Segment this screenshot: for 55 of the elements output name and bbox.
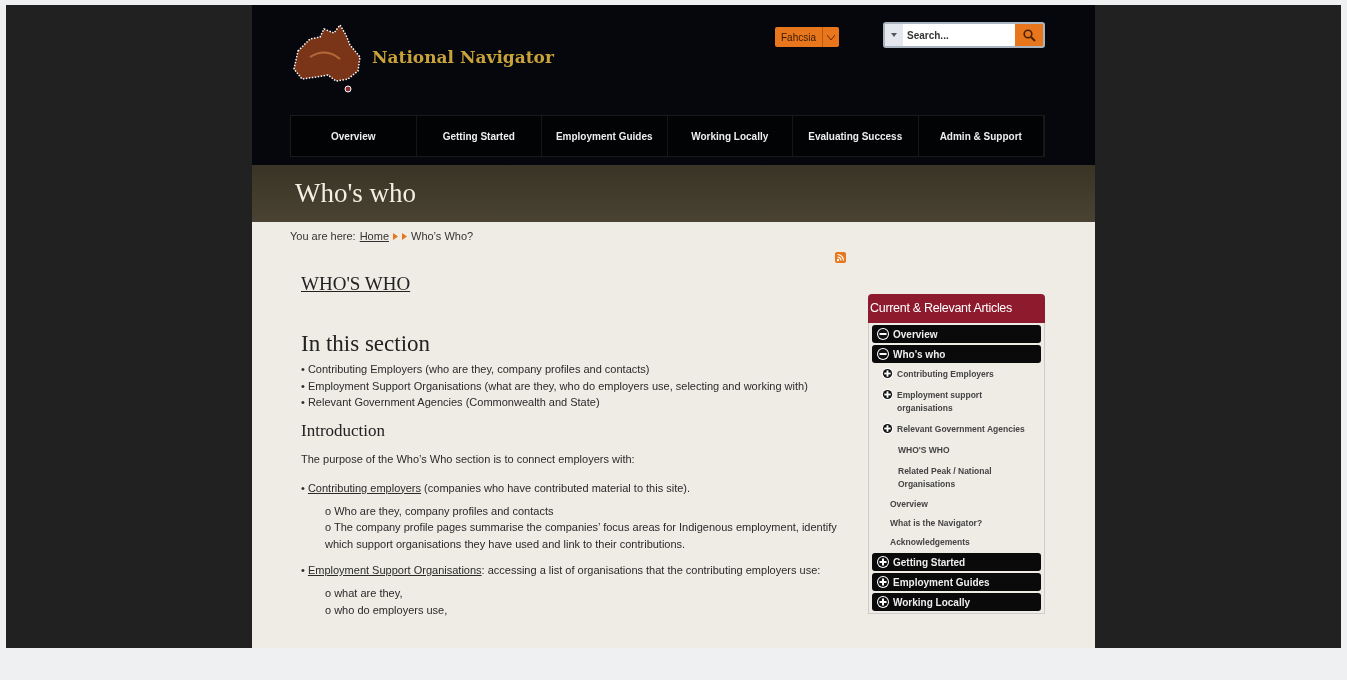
page-title: Who's who <box>295 178 417 209</box>
nav-link[interactable]: Evaluating Success <box>793 116 919 156</box>
rss-icon[interactable] <box>835 252 846 263</box>
sidebar-subitem[interactable]: WHO'S WHO <box>872 441 1041 460</box>
sidebar-item[interactable]: Overview <box>872 325 1041 343</box>
sidebar-item[interactable]: Who's who <box>872 345 1041 363</box>
sidebar-subitem[interactable]: Relevant Government Agencies <box>872 420 1041 439</box>
language-dropdown[interactable]: Fahcsia <box>775 27 839 47</box>
text-link[interactable]: Employment Support Organisations <box>307 564 482 576</box>
sub-item: o what are they, <box>325 586 404 601</box>
nav-link[interactable]: Employment Guides <box>542 116 668 156</box>
sidebar-subitem[interactable]: Related Peak / National Organisations <box>872 462 1041 494</box>
intro-heading: Introduction <box>301 420 387 441</box>
sidebar-title: Current & Relevant Articles <box>868 294 1045 323</box>
section-item: • Relevant Government Agencies (Commonwealth and State) <box>301 395 601 410</box>
sub-item: o Who are they, company profiles and contacts <box>325 503 555 519</box>
sidebar-item[interactable]: Employment Guides <box>872 573 1041 591</box>
sidebar-item[interactable]: Working Locally <box>872 593 1041 611</box>
plus-icon <box>882 368 893 379</box>
bullet-paragraph: • Employment Support Organisations: accessing a list of organisations that the contributing employers use: <box>301 563 822 578</box>
bullet-paragraph: • Contributing employers (companies who have contributed material to this site). <box>301 480 692 496</box>
minus-icon <box>877 328 889 340</box>
sidebar-subitem[interactable]: Employment support organisations <box>872 386 1041 418</box>
caret-icon <box>891 33 897 37</box>
nav-link[interactable]: Admin & Support <box>918 116 1044 156</box>
intro-paragraph: The purpose of the Who’s Who section is to connect employers with: <box>301 451 636 467</box>
breadcrumb-label: You are here: <box>290 230 356 242</box>
minus-icon <box>877 348 889 360</box>
sidebar-item[interactable]: Getting Started <box>872 553 1041 571</box>
text-link[interactable]: Contributing employers <box>307 481 422 494</box>
plus-icon <box>877 556 889 568</box>
sidebar-subitem[interactable]: Contributing Employers <box>872 365 1041 384</box>
plus-icon <box>882 423 893 434</box>
article-title[interactable]: WHO'S WHO <box>301 273 411 295</box>
nav-link[interactable]: Getting Started <box>416 116 542 156</box>
section-heading: In this section <box>301 331 432 357</box>
breadcrumb-current: Who’s Who? <box>411 230 474 242</box>
nav-link[interactable]: Working Locally <box>667 116 793 156</box>
search-icon <box>1022 28 1036 42</box>
nav-link[interactable]: Overview <box>291 116 417 156</box>
plus-icon <box>877 596 889 608</box>
plus-icon <box>877 576 889 588</box>
sub-item: o The company profile pages summarise the companies’ focus areas for Indigenous employment, identify which support organisations they have used and link to their contributions. <box>325 520 838 552</box>
sidebar-subitem[interactable]: Acknowledgements <box>872 534 1041 551</box>
sidebar-subitem[interactable]: What is the Navigator? <box>872 515 1041 532</box>
plus-icon <box>882 389 893 400</box>
caret-icon <box>827 34 835 40</box>
search-field[interactable]: Search... <box>883 22 1045 48</box>
section-item: • Contributing Employers (who are they, company profiles and contacts) <box>301 362 651 377</box>
sidebar-subitem[interactable]: Overview <box>872 496 1041 513</box>
search-button[interactable] <box>1015 24 1043 46</box>
sub-item: o who do employers use, <box>325 602 449 618</box>
site-name: National Navigator <box>372 47 554 67</box>
section-item: • Employment Support Organisations (what are they, who do employers use, selecting and working with) <box>301 378 809 394</box>
breadcrumb-link[interactable]: Home <box>359 230 389 242</box>
